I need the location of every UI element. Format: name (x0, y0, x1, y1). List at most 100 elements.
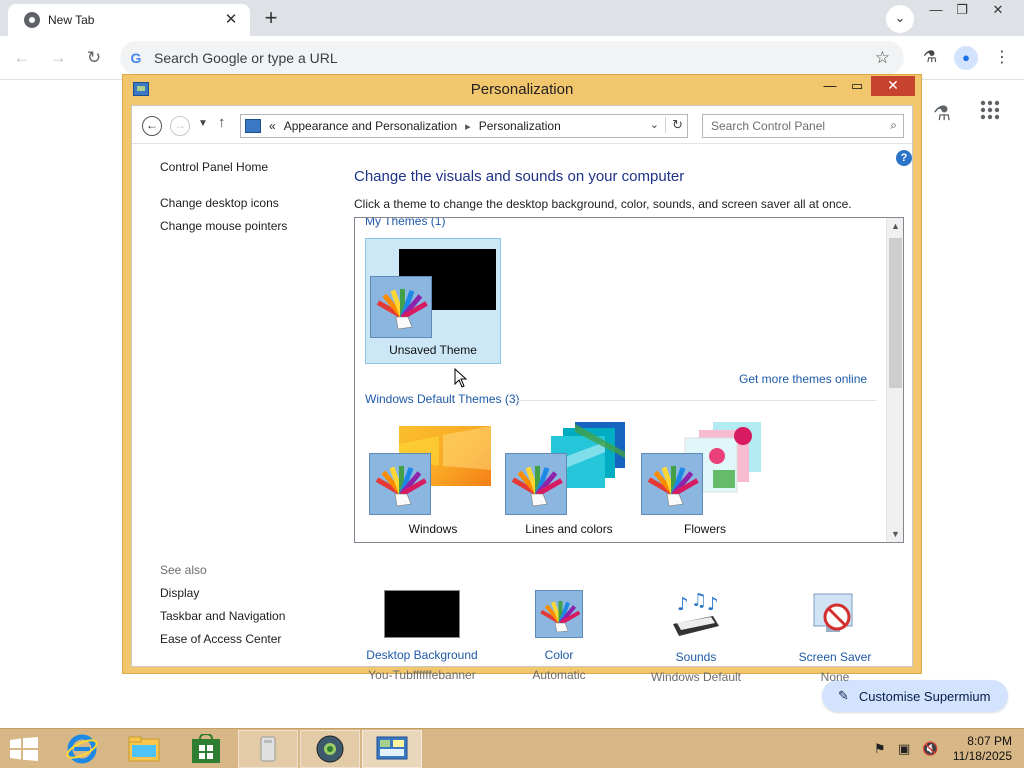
personalization-window: Personalization — ▭ ✕ ← → ▼ ↑ « Appearan… (122, 74, 922, 684)
google-icon: G (130, 50, 142, 66)
search-icon[interactable]: ⌕ (890, 118, 897, 133)
themes-list: My Themes (1) Unsaved Theme Get more the… (354, 217, 904, 543)
internet-explorer-icon[interactable] (52, 730, 112, 768)
window-title: Personalization (470, 81, 574, 98)
explorer-navbar: ← → ▼ ↑ « Appearance and Personalization… (132, 106, 912, 144)
restore-icon[interactable]: ❐ (944, 0, 980, 22)
address-bar[interactable]: « Appearance and Personalization ▸ Perso… (240, 114, 688, 138)
window-close-button[interactable]: ✕ (871, 76, 915, 96)
back-icon[interactable]: ← (142, 116, 162, 136)
theme-label: Windows (408, 522, 458, 536)
reload-icon[interactable]: ↻ (80, 44, 108, 72)
change-mouse-pointers-link[interactable]: Change mouse pointers (160, 219, 287, 233)
search-control-panel-input[interactable]: Search Control Panel ⌕ (702, 114, 904, 138)
sounds-icon: ♪ ♫ ♪ (669, 590, 723, 640)
maximize-icon[interactable]: ▭ (844, 78, 870, 96)
svg-text:♪: ♪ (707, 594, 719, 615)
browser-tab[interactable]: New Tab ✕ (8, 4, 250, 36)
minimize-icon[interactable]: — (817, 78, 843, 96)
pencil-icon: ✎ (838, 688, 849, 703)
control-panel-icon (245, 119, 261, 133)
control-panel-app-icon[interactable] (362, 730, 422, 768)
tab-search-icon[interactable]: ⌄ (886, 5, 914, 33)
group-divider (515, 400, 877, 401)
network-icon[interactable]: ▣ (898, 741, 910, 757)
help-icon[interactable]: ? (896, 150, 912, 166)
clock[interactable]: 8:07 PM 11/18/2025 (953, 734, 1012, 764)
search-placeholder: Search Control Panel (711, 119, 826, 133)
refresh-icon[interactable]: ↻ (665, 117, 683, 133)
window-close-icon[interactable]: ✕ (980, 0, 1016, 22)
up-icon[interactable]: ↑ (218, 114, 226, 131)
desktop-background-link[interactable]: Desktop Background (354, 648, 490, 662)
sounds-value: Windows Default (650, 670, 742, 684)
themes-scrollbar[interactable]: ▲ ▼ (886, 218, 903, 542)
store-icon[interactable] (176, 730, 236, 768)
new-tab-icon[interactable]: + (258, 6, 284, 32)
clock-time: 8:07 PM (967, 734, 1012, 748)
flag-icon[interactable]: ⚑ (874, 741, 886, 757)
breadcrumb-prefix[interactable]: « (269, 119, 276, 133)
color-link[interactable]: Color (491, 648, 627, 662)
tab-title: New Tab (48, 13, 95, 27)
ease-of-access-link[interactable]: Ease of Access Center (160, 632, 281, 646)
file-explorer-icon[interactable] (114, 730, 174, 768)
taskbar: ⚑ ▣ 🔇 8:07 PM 11/18/2025 (0, 728, 1024, 768)
omnibox-placeholder: Search Google or type a URL (154, 50, 338, 66)
theme-label: Lines and colors (525, 522, 613, 536)
chevron-right-icon[interactable]: ▸ (465, 120, 471, 133)
window-titlebar[interactable]: Personalization — ▭ ✕ (123, 75, 921, 105)
start-button[interactable] (10, 737, 38, 761)
setting-screen-saver[interactable]: Screen Saver None (767, 590, 903, 684)
back-icon[interactable]: ← (8, 44, 36, 72)
breadcrumb-personalization[interactable]: Personalization (479, 119, 561, 133)
apps-grid-icon[interactable] (976, 100, 1004, 128)
change-desktop-icons-link[interactable]: Change desktop icons (160, 196, 279, 210)
customise-label: Customise Supermium (858, 688, 991, 704)
taskbar-navigation-link[interactable]: Taskbar and Navigation (160, 609, 285, 623)
breadcrumb-appearance[interactable]: Appearance and Personalization (284, 119, 457, 133)
setting-color[interactable]: Color Automatic (491, 590, 627, 682)
svg-text:♪: ♪ (677, 594, 689, 615)
forward-icon[interactable]: → (44, 44, 72, 72)
control-panel-home-link[interactable]: Control Panel Home (160, 160, 268, 174)
theme-windows[interactable]: Windows (365, 416, 501, 542)
svg-text:♫: ♫ (691, 590, 707, 611)
color-palette-icon (535, 590, 583, 638)
desktop-background-icon (384, 590, 460, 638)
color-palette-icon (505, 453, 567, 515)
menu-icon[interactable]: ⋮ (990, 46, 1014, 70)
setting-sounds[interactable]: ♪ ♫ ♪ Sounds Windows Default (628, 590, 764, 684)
setting-desktop-background[interactable]: Desktop Background You-Tubffffffebanner (354, 590, 490, 682)
color-value: Automatic (532, 668, 586, 682)
volume-muted-icon[interactable]: 🔇 (922, 741, 938, 757)
screen-saver-value: None (820, 670, 850, 684)
scrollbar-thumb[interactable] (889, 238, 902, 388)
star-icon[interactable]: ☆ (875, 48, 890, 68)
get-more-themes-link[interactable]: Get more themes online (739, 372, 867, 386)
app-window-icon[interactable] (238, 730, 298, 768)
scroll-down-icon[interactable]: ▼ (887, 526, 903, 542)
omnibox[interactable]: G Search Google or type a URL ☆ (120, 41, 904, 75)
customise-button[interactable]: ✎ Customise Supermium (822, 680, 1008, 712)
theme-flowers[interactable]: Flowers (637, 416, 773, 542)
labs-icon[interactable]: ⚗ (918, 46, 942, 70)
display-link[interactable]: Display (160, 586, 199, 600)
scroll-up-icon[interactable]: ▲ (887, 218, 903, 234)
theme-label: Unsaved Theme (389, 343, 477, 357)
sounds-link[interactable]: Sounds (628, 650, 764, 664)
page-subtitle: Click a theme to change the desktop back… (354, 197, 852, 211)
color-palette-icon (641, 453, 703, 515)
theme-unsaved[interactable]: Unsaved Theme (365, 238, 501, 364)
forward-icon[interactable]: → (170, 116, 190, 136)
recent-locations-icon[interactable]: ▼ (198, 118, 208, 129)
color-palette-icon (370, 276, 432, 338)
browser-app-icon[interactable] (300, 730, 360, 768)
theme-lines-and-colors[interactable]: Lines and colors (501, 416, 637, 542)
page-title: Change the visuals and sounds on your co… (354, 168, 685, 185)
chevron-down-icon[interactable]: ⌄ (650, 118, 659, 131)
profile-icon[interactable]: ● (954, 46, 978, 70)
labs-icon[interactable]: ⚗ (928, 100, 956, 128)
screen-saver-link[interactable]: Screen Saver (767, 650, 903, 664)
close-icon[interactable]: ✕ (222, 11, 240, 29)
